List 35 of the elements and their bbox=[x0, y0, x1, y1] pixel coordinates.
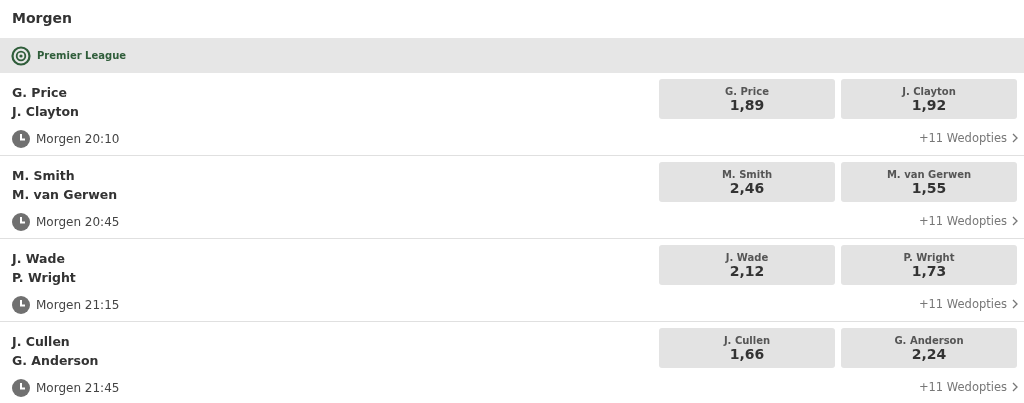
match-time: Morgen 21:15 bbox=[36, 298, 120, 312]
match-time: Morgen 20:10 bbox=[36, 132, 120, 146]
chevron-icon bbox=[1012, 133, 1018, 143]
odds-button[interactable]: J. Clayton 1,92 bbox=[841, 79, 1017, 119]
player-name: M. Smith bbox=[12, 167, 76, 185]
player-name: G. Anderson bbox=[12, 352, 100, 370]
player-name: J. Clayton bbox=[12, 103, 80, 121]
odds-button[interactable]: J. Cullen 1,66 bbox=[659, 328, 835, 368]
match-time: Morgen 20:45 bbox=[36, 215, 120, 229]
match-time: Morgen 21:45 bbox=[36, 381, 120, 395]
odds-button[interactable]: P. Wright 1,73 bbox=[841, 245, 1017, 285]
clock-icon bbox=[12, 379, 30, 397]
more-bets-link[interactable]: +11 Wedopties bbox=[918, 297, 1018, 311]
odds-button[interactable]: G. Anderson 2,24 bbox=[841, 328, 1017, 368]
section-heading: Morgen bbox=[11, 9, 73, 28]
clock-icon bbox=[12, 213, 30, 231]
chevron-icon bbox=[1012, 216, 1018, 226]
odds-button[interactable]: J. Wade 2,12 bbox=[659, 245, 835, 285]
odds-button[interactable]: G. Price 1,89 bbox=[659, 79, 835, 119]
odds-button[interactable]: M. Smith 2,46 bbox=[659, 162, 835, 202]
player-name: M. van Gerwen bbox=[12, 186, 119, 204]
more-bets-link[interactable]: +11 Wedopties bbox=[918, 214, 1018, 228]
chevron-icon bbox=[1012, 382, 1018, 392]
odds-button[interactable]: M. van Gerwen 1,55 bbox=[841, 162, 1017, 202]
more-bets-link[interactable]: +11 Wedopties bbox=[918, 380, 1018, 394]
league-name: Premier League bbox=[37, 50, 127, 61]
player-name: P. Wright bbox=[12, 269, 77, 287]
clock-icon bbox=[12, 296, 30, 314]
player-name: J. Cullen bbox=[12, 333, 71, 351]
player-name: G. Price bbox=[12, 84, 68, 102]
player-name: J. Wade bbox=[12, 250, 66, 268]
target-icon bbox=[11, 45, 31, 66]
more-bets-link[interactable]: +11 Wedopties bbox=[918, 131, 1018, 145]
clock-icon bbox=[12, 130, 30, 148]
chevron-icon bbox=[1012, 299, 1018, 309]
